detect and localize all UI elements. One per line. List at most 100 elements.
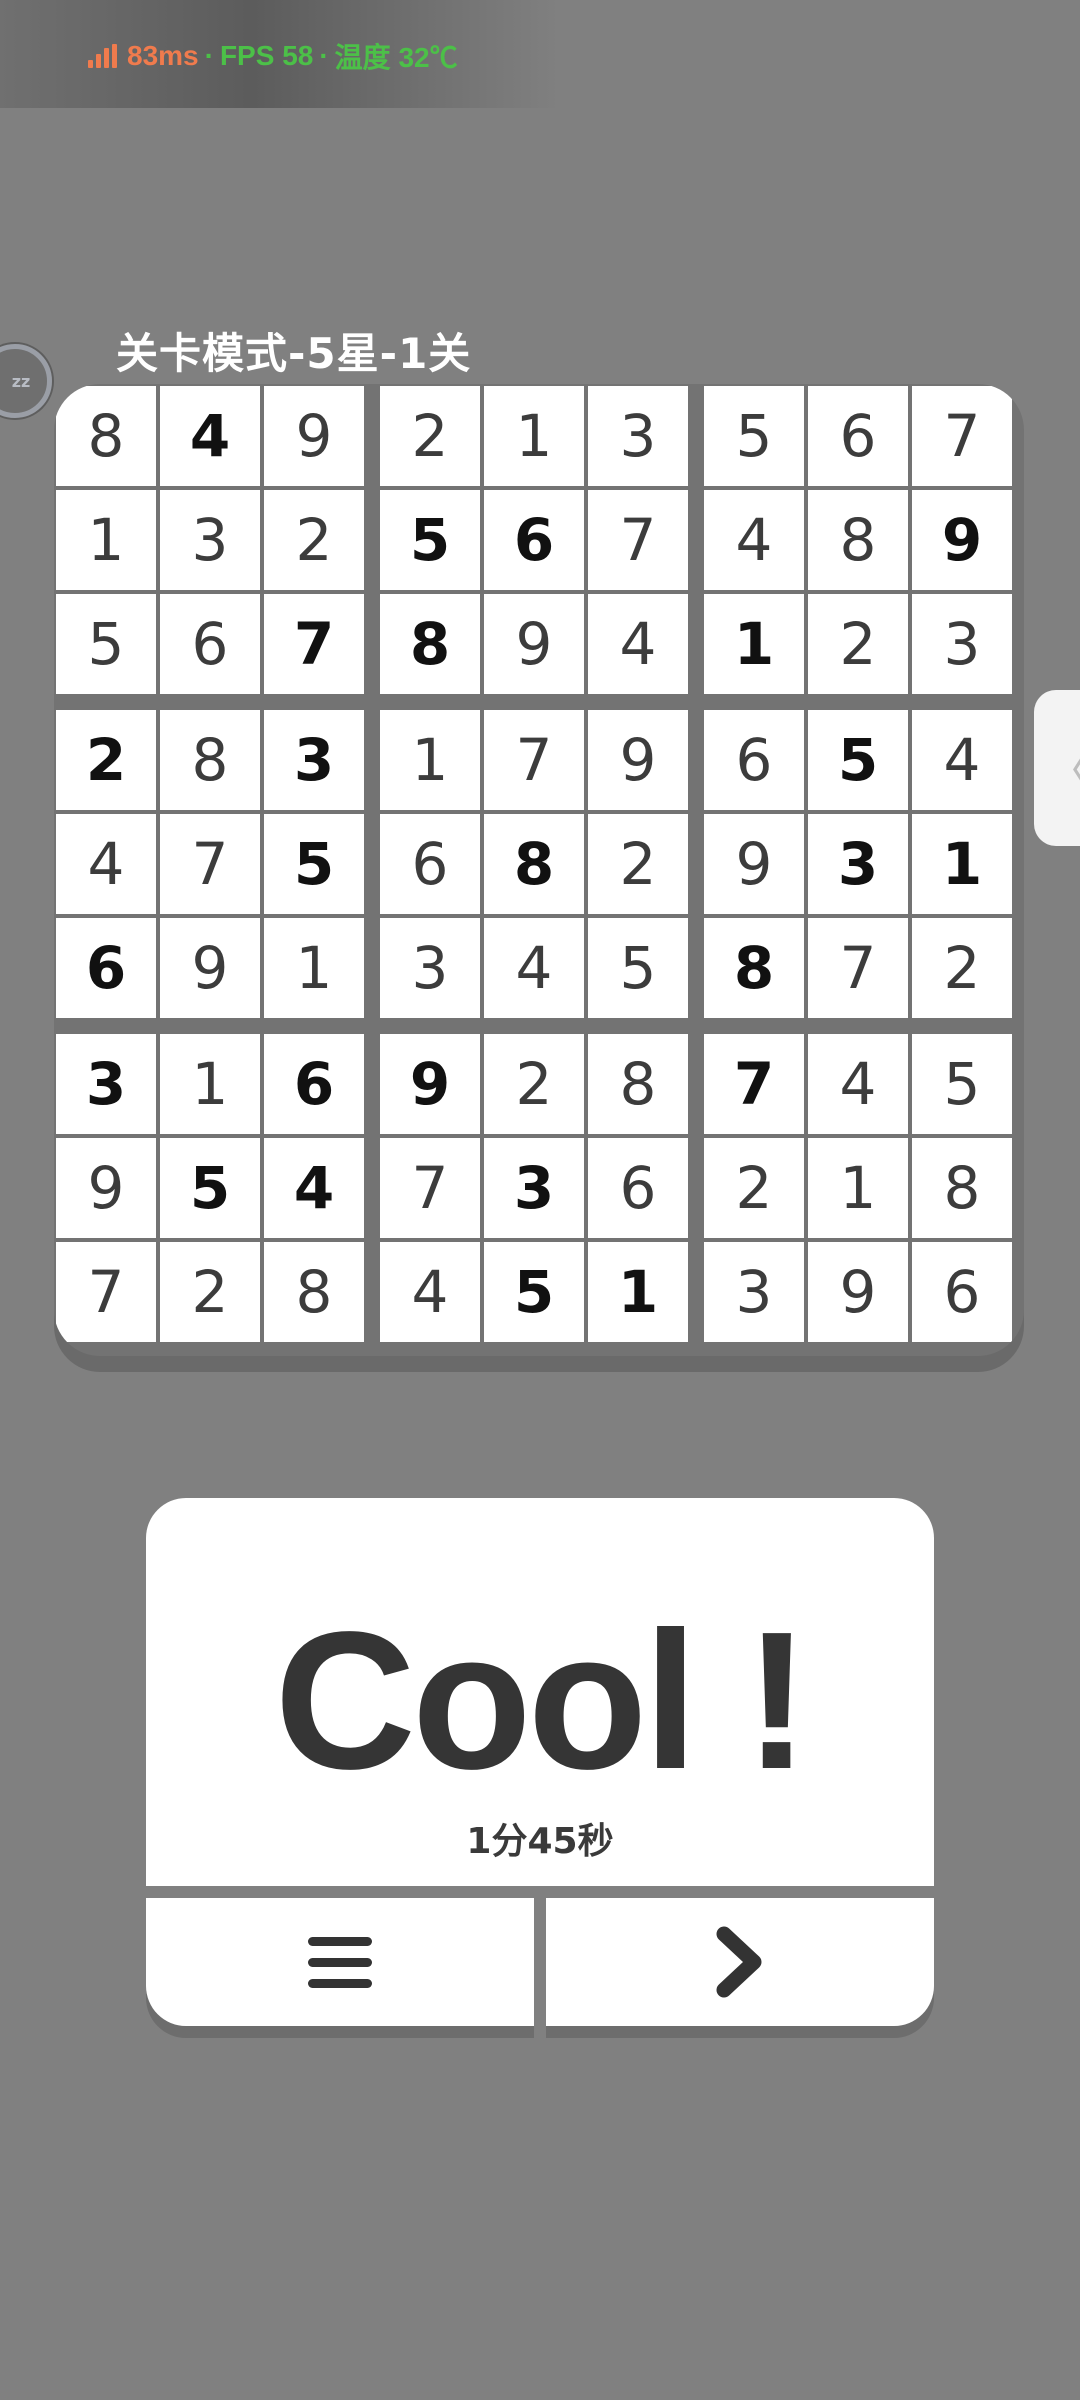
sudoku-cell[interactable]: 5 xyxy=(588,918,688,1018)
sudoku-cell[interactable]: 1 xyxy=(160,1034,260,1134)
sudoku-cell[interactable]: 9 xyxy=(264,386,364,486)
sudoku-cell[interactable]: 4 xyxy=(160,386,260,486)
sudoku-cell[interactable]: 3 xyxy=(588,386,688,486)
chevron-right-icon xyxy=(716,1926,762,1998)
sudoku-cell[interactable]: 7 xyxy=(704,1034,804,1134)
sudoku-cell[interactable]: 3 xyxy=(704,1242,804,1342)
performance-readout: 83ms · FPS 58 · 温度 32℃ xyxy=(88,36,458,76)
sudoku-cell[interactable]: 8 xyxy=(264,1242,364,1342)
sudoku-cell[interactable]: 4 xyxy=(704,490,804,590)
sudoku-cell[interactable]: 3 xyxy=(484,1138,584,1238)
sudoku-cell[interactable]: 7 xyxy=(264,594,364,694)
sudoku-cell[interactable]: 2 xyxy=(484,1034,584,1134)
sudoku-cell[interactable]: 7 xyxy=(380,1138,480,1238)
sudoku-cell[interactable]: 2 xyxy=(56,710,156,810)
floating-ball-label: zz xyxy=(11,371,31,391)
sudoku-cell[interactable]: 9 xyxy=(704,814,804,914)
sudoku-cell[interactable]: 6 xyxy=(704,710,804,810)
sudoku-cell[interactable]: 1 xyxy=(704,594,804,694)
sudoku-cell[interactable]: 3 xyxy=(808,814,908,914)
level-title: 关卡模式-5星-1关 xyxy=(116,329,472,378)
separator: · xyxy=(319,40,329,71)
sudoku-cell[interactable]: 7 xyxy=(912,386,1012,486)
sudoku-cell[interactable]: 3 xyxy=(380,918,480,1018)
sudoku-cell[interactable]: 5 xyxy=(380,490,480,590)
sudoku-cell[interactable]: 5 xyxy=(704,386,804,486)
sudoku-cell[interactable]: 5 xyxy=(808,710,908,810)
sudoku-cell[interactable]: 6 xyxy=(56,918,156,1018)
side-panel-tab[interactable]: 〈 xyxy=(1034,690,1080,846)
sudoku-cell[interactable]: 1 xyxy=(264,918,364,1018)
next-level-button[interactable] xyxy=(546,1898,934,2026)
sudoku-cell[interactable]: 4 xyxy=(380,1242,480,1342)
fps-text: FPS 58 xyxy=(219,40,314,71)
result-title: Cool ! xyxy=(274,1591,809,1810)
sudoku-cell[interactable]: 3 xyxy=(912,594,1012,694)
sudoku-cell[interactable]: 9 xyxy=(380,1034,480,1134)
latency-text: 83ms xyxy=(127,40,199,71)
sudoku-cell[interactable]: 1 xyxy=(380,710,480,810)
temperature-text: 温度 32℃ xyxy=(334,42,458,73)
sudoku-cell[interactable]: 8 xyxy=(808,490,908,590)
chevron-left-icon: 〈 xyxy=(1046,735,1080,801)
sudoku-cell[interactable]: 8 xyxy=(588,1034,688,1134)
sudoku-cell[interactable]: 2 xyxy=(380,386,480,486)
completion-time: 1分45秒 xyxy=(466,1821,614,1862)
sudoku-cell[interactable]: 7 xyxy=(484,710,584,810)
sudoku-cell[interactable]: 5 xyxy=(56,594,156,694)
sudoku-cell[interactable]: 2 xyxy=(588,814,688,914)
sudoku-cell[interactable]: 6 xyxy=(808,386,908,486)
sudoku-cell[interactable]: 6 xyxy=(912,1242,1012,1342)
signal-icon xyxy=(88,44,117,68)
floating-assistant-ball[interactable]: zz xyxy=(0,344,52,418)
sudoku-cell[interactable]: 5 xyxy=(484,1242,584,1342)
separator: · xyxy=(204,40,214,71)
sudoku-cell[interactable]: 1 xyxy=(484,386,584,486)
sudoku-cell[interactable]: 3 xyxy=(56,1034,156,1134)
sudoku-cell[interactable]: 3 xyxy=(264,710,364,810)
sudoku-cell[interactable]: 9 xyxy=(912,490,1012,590)
sudoku-cell[interactable]: 6 xyxy=(588,1138,688,1238)
sudoku-cell[interactable]: 1 xyxy=(912,814,1012,914)
sudoku-cell[interactable]: 1 xyxy=(808,1138,908,1238)
sudoku-cell[interactable]: 7 xyxy=(808,918,908,1018)
sudoku-cell[interactable]: 4 xyxy=(808,1034,908,1134)
sudoku-cell[interactable]: 4 xyxy=(264,1138,364,1238)
sudoku-cell[interactable]: 9 xyxy=(484,594,584,694)
sudoku-cell[interactable]: 5 xyxy=(912,1034,1012,1134)
sudoku-cell[interactable]: 2 xyxy=(704,1138,804,1238)
sudoku-cell[interactable]: 9 xyxy=(588,710,688,810)
sudoku-cell[interactable]: 6 xyxy=(264,1034,364,1134)
sudoku-cell[interactable]: 9 xyxy=(808,1242,908,1342)
sudoku-cell[interactable]: 2 xyxy=(912,918,1012,1018)
sudoku-cell[interactable]: 8 xyxy=(160,710,260,810)
sudoku-board: 8492135671325674895678941232831796544756… xyxy=(54,384,1024,1356)
sudoku-cell[interactable]: 1 xyxy=(588,1242,688,1342)
sudoku-cell[interactable]: 6 xyxy=(380,814,480,914)
sudoku-cell[interactable]: 4 xyxy=(56,814,156,914)
sudoku-cell[interactable]: 8 xyxy=(912,1138,1012,1238)
sudoku-cell[interactable]: 9 xyxy=(56,1138,156,1238)
sudoku-cell[interactable]: 1 xyxy=(56,490,156,590)
sudoku-cell[interactable]: 5 xyxy=(160,1138,260,1238)
sudoku-cell[interactable]: 4 xyxy=(588,594,688,694)
sudoku-cell[interactable]: 7 xyxy=(588,490,688,590)
result-dialog: Cool ! 1分45秒 xyxy=(146,1498,934,1886)
sudoku-cell[interactable]: 5 xyxy=(264,814,364,914)
sudoku-cell[interactable]: 7 xyxy=(160,814,260,914)
sudoku-cell[interactable]: 7 xyxy=(56,1242,156,1342)
sudoku-cell[interactable]: 6 xyxy=(160,594,260,694)
sudoku-cell[interactable]: 8 xyxy=(704,918,804,1018)
sudoku-cell[interactable]: 8 xyxy=(484,814,584,914)
sudoku-cell[interactable]: 2 xyxy=(264,490,364,590)
sudoku-cell[interactable]: 9 xyxy=(160,918,260,1018)
sudoku-cell[interactable]: 6 xyxy=(484,490,584,590)
sudoku-cell[interactable]: 2 xyxy=(808,594,908,694)
sudoku-cell[interactable]: 4 xyxy=(484,918,584,1018)
sudoku-cell[interactable]: 4 xyxy=(912,710,1012,810)
sudoku-cell[interactable]: 8 xyxy=(56,386,156,486)
sudoku-cell[interactable]: 8 xyxy=(380,594,480,694)
menu-button[interactable] xyxy=(146,1898,534,2026)
sudoku-cell[interactable]: 2 xyxy=(160,1242,260,1342)
sudoku-cell[interactable]: 3 xyxy=(160,490,260,590)
